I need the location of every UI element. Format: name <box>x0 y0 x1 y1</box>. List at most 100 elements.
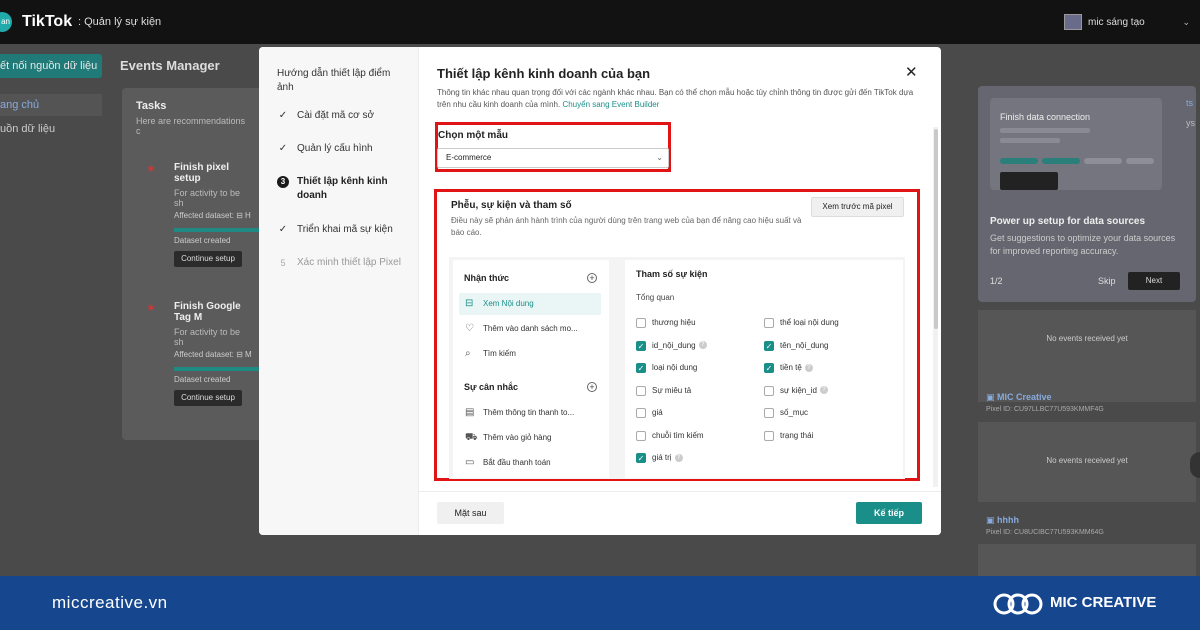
param-label: số_mục <box>780 408 809 417</box>
clipboard-icon: ▤ <box>465 407 475 418</box>
task-status: Dataset created <box>174 375 231 384</box>
guide-step-verify-pixel[interactable]: 5 Xác minh thiết lập Pixel <box>277 256 407 270</box>
task-desc: For activity to be sh <box>174 188 241 208</box>
tip-skip-link[interactable]: Skip <box>1098 276 1116 286</box>
param-checkbox[interactable]: Sự miêu tả <box>636 385 691 397</box>
param-checkbox[interactable]: ✓ tên_nội_dung <box>764 340 829 352</box>
help-icon[interactable]: ? <box>804 363 813 372</box>
task-desc: For activity to be sh <box>174 327 241 347</box>
param-label: Sự miêu tả <box>652 385 692 395</box>
help-icon[interactable]: ? <box>698 341 707 350</box>
param-checkbox[interactable]: số_mục <box>764 407 808 419</box>
pixel-icon: ▣ <box>986 392 998 402</box>
content-icon: ⊟ <box>465 298 474 309</box>
account-switcher[interactable]: mic sáng tạo ⌄ <box>1064 11 1196 33</box>
group-title-awareness: Nhận thức <box>464 273 510 283</box>
param-label: chuỗi tìm kiếm <box>652 430 704 440</box>
event-item-add-to-cart[interactable]: ⛟ Thêm vào giỏ hàng <box>459 427 601 449</box>
task-title: Finish Google Tag M <box>174 301 241 323</box>
dataset-name[interactable]: ▣ MIC Creative <box>986 392 1052 403</box>
task-dataset: Affected dataset: ⊟ M <box>174 350 252 359</box>
sidebar-item-data-sources[interactable]: uồn dữ liệu <box>0 123 55 135</box>
task-status: Dataset created <box>174 236 231 245</box>
checkbox-checked-icon: ✓ <box>636 363 646 373</box>
guide-step-config[interactable]: ✓ Quản lý cấu hình <box>277 142 407 156</box>
param-checkbox[interactable]: trạng thái <box>764 430 813 442</box>
search-icon: ⌕ <box>465 348 471 359</box>
param-checkbox[interactable]: sự kiện_id? <box>764 385 828 397</box>
add-event-icon[interactable]: + <box>587 382 597 392</box>
mic-logo-icon <box>993 593 1043 615</box>
param-checkbox[interactable]: ✓ loại nội dung <box>636 362 697 374</box>
checkbox-checked-icon: ✓ <box>636 453 646 463</box>
pixel-icon: ▣ <box>986 515 998 525</box>
checkbox-checked-icon: ✓ <box>764 363 774 373</box>
event-item-add-to-wishlist[interactable]: ♡ Thêm vào danh sách mo... <box>459 318 601 340</box>
task-dataset: Affected dataset: ⊟ H <box>174 211 251 220</box>
funnel-title: Phễu, sự kiện và tham số <box>451 200 572 211</box>
checkbox-empty-icon <box>764 430 774 441</box>
page-title: Events Manager <box>120 58 220 73</box>
brand-name[interactable]: TikTok <box>22 13 72 31</box>
param-label: thể loại nội dung <box>780 318 839 327</box>
param-label: trạng thái <box>780 430 814 440</box>
param-label: sự kiện_id <box>780 385 817 395</box>
connect-data-source-button[interactable]: ết nối nguồn dữ liệu <box>0 54 102 78</box>
guide-step-event-code[interactable]: ✓ Triển khai mã sự kiện <box>277 223 407 237</box>
dataset-name[interactable]: ▣ hhhh <box>986 515 1019 526</box>
sidebar-item-home[interactable]: ang chủ <box>0 94 102 116</box>
tasks-panel: Tasks Here are recommendations c ✶ Finis… <box>122 88 274 440</box>
event-item-view-content[interactable]: ⊟ Xem Nội dung <box>459 293 601 315</box>
tip-title: Power up setup for data sources <box>990 216 1146 227</box>
continue-setup-button[interactable]: Continue setup <box>174 251 242 267</box>
guide-step-business-channel[interactable]: 3 Thiết lập kênh kinh doanh <box>277 175 407 203</box>
checkmark-icon: ✓ <box>278 110 288 121</box>
tip-next-button[interactable]: Next <box>1128 272 1180 290</box>
close-icon[interactable]: ✕ <box>905 65 918 81</box>
preview-pixel-code-button[interactable]: Xem trước mã pixel <box>811 197 904 217</box>
next-button[interactable]: Kế tiếp <box>856 502 922 524</box>
help-icon[interactable]: ? <box>819 386 828 395</box>
param-label: thương hiệu <box>652 318 696 327</box>
guide-step-base-code[interactable]: ✓ Cài đặt mã cơ sở <box>277 109 407 123</box>
help-icon[interactable]: ? <box>674 453 683 462</box>
checkbox-checked-icon: ✓ <box>636 340 646 351</box>
guide-title: Hướng dẫn thiết lập điểm ảnh <box>277 68 391 93</box>
event-item-add-payment-info[interactable]: ▤ Thêm thông tin thanh to... <box>459 402 601 424</box>
checkbox-empty-icon <box>636 385 646 396</box>
heart-icon: ♡ <box>465 323 474 334</box>
param-checkbox[interactable]: thương hiệu <box>636 317 696 329</box>
tiktok-logo-icon[interactable]: an <box>0 12 12 32</box>
help-fab[interactable] <box>1190 452 1200 478</box>
brand-url[interactable]: miccreative.vn <box>52 593 168 613</box>
back-button[interactable]: Mặt sau <box>437 502 504 524</box>
event-builder-link[interactable]: Chuyển sang Event Builder <box>562 100 659 109</box>
param-label: id_nội_dung <box>652 340 696 350</box>
template-select[interactable]: E-commerce ⌄ <box>437 148 669 168</box>
param-checkbox[interactable]: ✓ tiền tệ? <box>764 362 813 374</box>
param-label: tiền tệ <box>780 363 802 372</box>
checkbox-empty-icon <box>636 430 646 441</box>
param-checkbox[interactable]: thể loại nội dung <box>764 317 839 329</box>
event-item-initiate-checkout[interactable]: ▭ Bắt đầu thanh toán <box>459 452 601 474</box>
onboarding-tip-panel: Finish data connection Power up setup fo… <box>978 86 1196 302</box>
param-checkbox[interactable]: ✓ giá trị? <box>636 452 683 464</box>
chevron-down-icon: ⌄ <box>1182 16 1190 27</box>
dataset-card: No events received yet <box>978 422 1196 502</box>
card-icon: ▭ <box>465 457 475 468</box>
event-item-search[interactable]: ⌕ Tìm kiếm <box>459 343 601 365</box>
account-avatar <box>1064 14 1082 30</box>
param-checkbox[interactable]: ✓ id_nội_dung? <box>636 340 707 352</box>
task-title: Finish pixel setup <box>174 162 230 184</box>
checkbox-empty-icon <box>764 408 774 418</box>
template-label: Chọn một mẫu <box>438 130 508 141</box>
param-checkbox[interactable]: giá <box>636 407 663 419</box>
add-event-icon[interactable]: + <box>587 273 597 283</box>
checkbox-empty-icon <box>764 318 774 328</box>
checkbox-empty-icon <box>636 408 646 418</box>
tip-illustration: Finish data connection <box>990 98 1162 190</box>
scrollbar-thumb[interactable] <box>934 129 938 329</box>
continue-setup-button[interactable]: Continue setup <box>174 390 242 406</box>
brand-footer: miccreative.vn MIC CREATIVE <box>0 576 1200 630</box>
param-checkbox[interactable]: chuỗi tìm kiếm <box>636 430 704 442</box>
